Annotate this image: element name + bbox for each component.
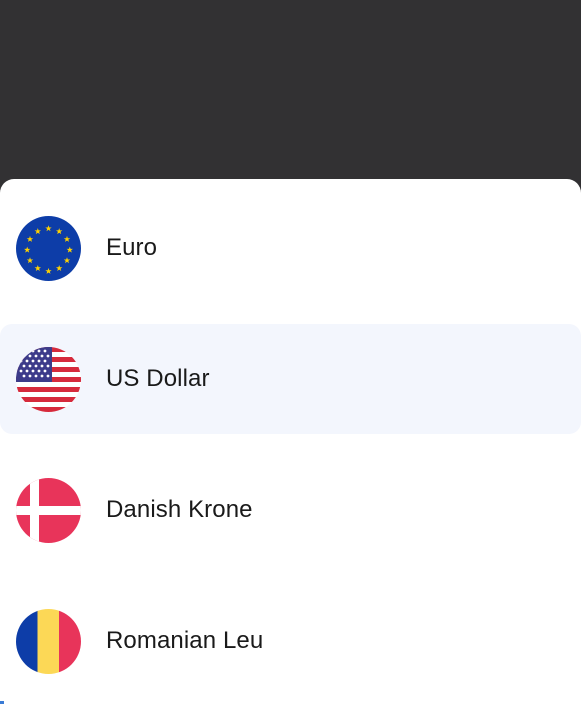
currency-label: Danish Krone xyxy=(106,496,253,523)
currency-label: Romanian Leu xyxy=(106,627,264,654)
us-flag-icon xyxy=(16,346,81,412)
currency-label: Euro xyxy=(106,234,158,261)
romania-flag-icon xyxy=(16,608,81,674)
currency-bottom-sheet: Euro US Dollar Danish Krone Romanian Leu xyxy=(0,179,581,704)
eu-flag-icon xyxy=(16,215,81,281)
currency-label: US Dollar xyxy=(106,365,210,392)
modal-backdrop[interactable] xyxy=(0,0,581,190)
currency-option-us-dollar[interactable]: US Dollar xyxy=(0,324,581,434)
currency-option-romanian-leu[interactable]: Romanian Leu xyxy=(0,586,581,696)
currency-option-euro[interactable]: Euro xyxy=(0,193,581,303)
denmark-flag-icon xyxy=(16,477,81,543)
currency-option-danish-krone[interactable]: Danish Krone xyxy=(0,455,581,565)
